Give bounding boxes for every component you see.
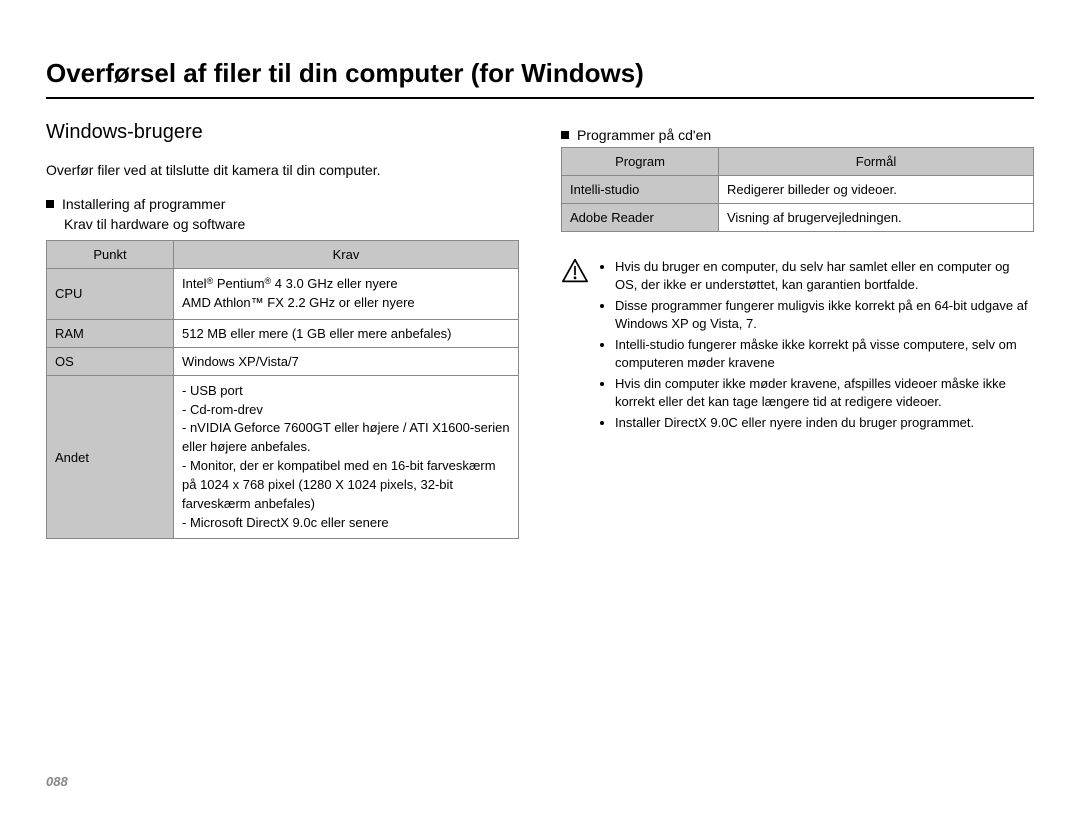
left-column: Windows-brugere Overfør filer ved at til… bbox=[46, 121, 519, 539]
page-number: 088 bbox=[46, 774, 68, 789]
install-heading: Installering af programmer bbox=[46, 196, 519, 212]
row-label-other: Andet bbox=[47, 375, 174, 539]
row-value-other: - USB port- Cd-rom-drev- nVIDIA Geforce … bbox=[174, 375, 519, 539]
list-item: Disse programmer fungerer muligvis ikke … bbox=[615, 297, 1034, 332]
row-value-os: Windows XP/Vista/7 bbox=[174, 347, 519, 375]
section-subtitle: Windows-brugere bbox=[46, 121, 519, 144]
install-subheading: Krav til hardware og software bbox=[64, 216, 519, 232]
list-item: Hvis din computer ikke møder kravene, af… bbox=[615, 375, 1034, 410]
table-row: OS Windows XP/Vista/7 bbox=[47, 347, 519, 375]
page-title: Overførsel af filer til din computer (fo… bbox=[46, 58, 1034, 99]
list-item: Intelli-studio fungerer måske ikke korre… bbox=[615, 336, 1034, 371]
warning-icon bbox=[561, 258, 589, 284]
header-punkt: Punkt bbox=[47, 241, 174, 269]
table-header-row: Program Formål bbox=[562, 148, 1034, 176]
programs-heading: Programmer på cd'en bbox=[561, 127, 1034, 143]
row-label-ram: RAM bbox=[47, 319, 174, 347]
row-value-ram: 512 MB eller mere (1 GB eller mere anbef… bbox=[174, 319, 519, 347]
table-row: RAM 512 MB eller mere (1 GB eller mere a… bbox=[47, 319, 519, 347]
row-label-cpu: CPU bbox=[47, 269, 174, 320]
header-program: Program bbox=[562, 148, 719, 176]
right-column: Programmer på cd'en Program Formål Intel… bbox=[561, 121, 1034, 539]
intro-text: Overfør filer ved at tilslutte dit kamer… bbox=[46, 162, 519, 178]
table-row: CPU Intel® Pentium® 4 3.0 GHz eller nyer… bbox=[47, 269, 519, 320]
header-krav: Krav bbox=[174, 241, 519, 269]
document-page: Overførsel af filer til din computer (fo… bbox=[0, 0, 1080, 815]
header-purpose: Formål bbox=[719, 148, 1034, 176]
warning-notice: Hvis du bruger en computer, du selv har … bbox=[561, 258, 1034, 436]
table-row: Andet - USB port- Cd-rom-drev- nVIDIA Ge… bbox=[47, 375, 519, 539]
row-label-intelli: Intelli-studio bbox=[562, 176, 719, 204]
table-row: Adobe Reader Visning af brugervejledning… bbox=[562, 204, 1034, 232]
row-value-cpu: Intel® Pentium® 4 3.0 GHz eller nyereAMD… bbox=[174, 269, 519, 320]
requirements-table: Punkt Krav CPU Intel® Pentium® 4 3.0 GHz… bbox=[46, 240, 519, 539]
row-value-intelli: Redigerer billeder og videoer. bbox=[719, 176, 1034, 204]
row-label-adobe: Adobe Reader bbox=[562, 204, 719, 232]
warning-list: Hvis du bruger en computer, du selv har … bbox=[599, 258, 1034, 436]
table-row: Intelli-studio Redigerer billeder og vid… bbox=[562, 176, 1034, 204]
programs-table: Program Formål Intelli-studio Redigerer … bbox=[561, 147, 1034, 232]
table-header-row: Punkt Krav bbox=[47, 241, 519, 269]
list-item: Installer DirectX 9.0C eller nyere inden… bbox=[615, 414, 1034, 432]
list-item: Hvis du bruger en computer, du selv har … bbox=[615, 258, 1034, 293]
row-label-os: OS bbox=[47, 347, 174, 375]
two-column-layout: Windows-brugere Overfør filer ved at til… bbox=[46, 121, 1034, 539]
row-value-adobe: Visning af brugervejledningen. bbox=[719, 204, 1034, 232]
